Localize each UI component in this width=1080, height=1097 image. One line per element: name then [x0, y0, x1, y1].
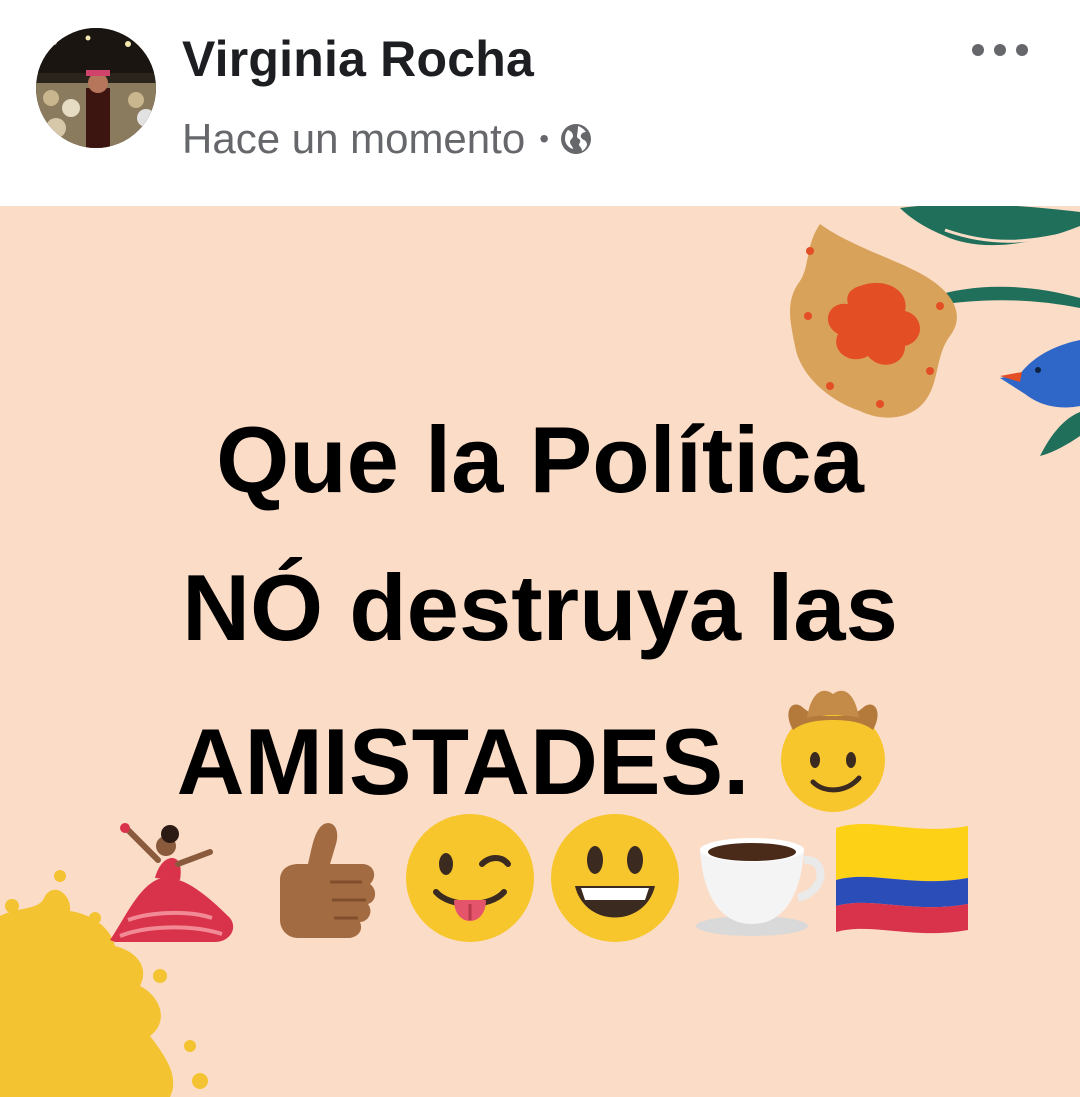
- more-dot: [1016, 44, 1028, 56]
- globe-icon[interactable]: [559, 122, 593, 156]
- post-header: Virginia Rocha Hace un momento •: [0, 0, 1080, 206]
- post-meta: Hace un momento •: [182, 115, 593, 163]
- colombia-flag-emoji: [836, 824, 968, 934]
- emoji-row: [100, 808, 980, 958]
- post-background[interactable]: Que la Política NÓ destruya las AMISTADE…: [0, 206, 1080, 1097]
- more-dot: [994, 44, 1006, 56]
- cowboy-face-emoji: [781, 690, 886, 812]
- more-dot: [972, 44, 984, 56]
- coffee-cup-emoji: [696, 838, 825, 936]
- more-options-icon[interactable]: [972, 32, 1028, 68]
- flamenco-dancer-emoji: [110, 823, 234, 942]
- post-text-line-3-text: AMISTADES.: [176, 709, 750, 814]
- post-text-line-1: Que la Política: [216, 407, 864, 512]
- thumbs-up-emoji: [280, 823, 376, 938]
- post-text-line-2: NÓ destruya las: [182, 555, 898, 660]
- post-timestamp[interactable]: Hace un momento: [182, 115, 525, 163]
- grinning-face-emoji: [551, 814, 679, 942]
- meta-separator: •: [539, 123, 549, 154]
- avatar[interactable]: [36, 28, 156, 148]
- winking-tongue-face-emoji: [406, 814, 534, 942]
- post-text: Que la Política NÓ destruya las AMISTADE…: [0, 386, 1080, 836]
- author-name[interactable]: Virginia Rocha: [182, 30, 534, 88]
